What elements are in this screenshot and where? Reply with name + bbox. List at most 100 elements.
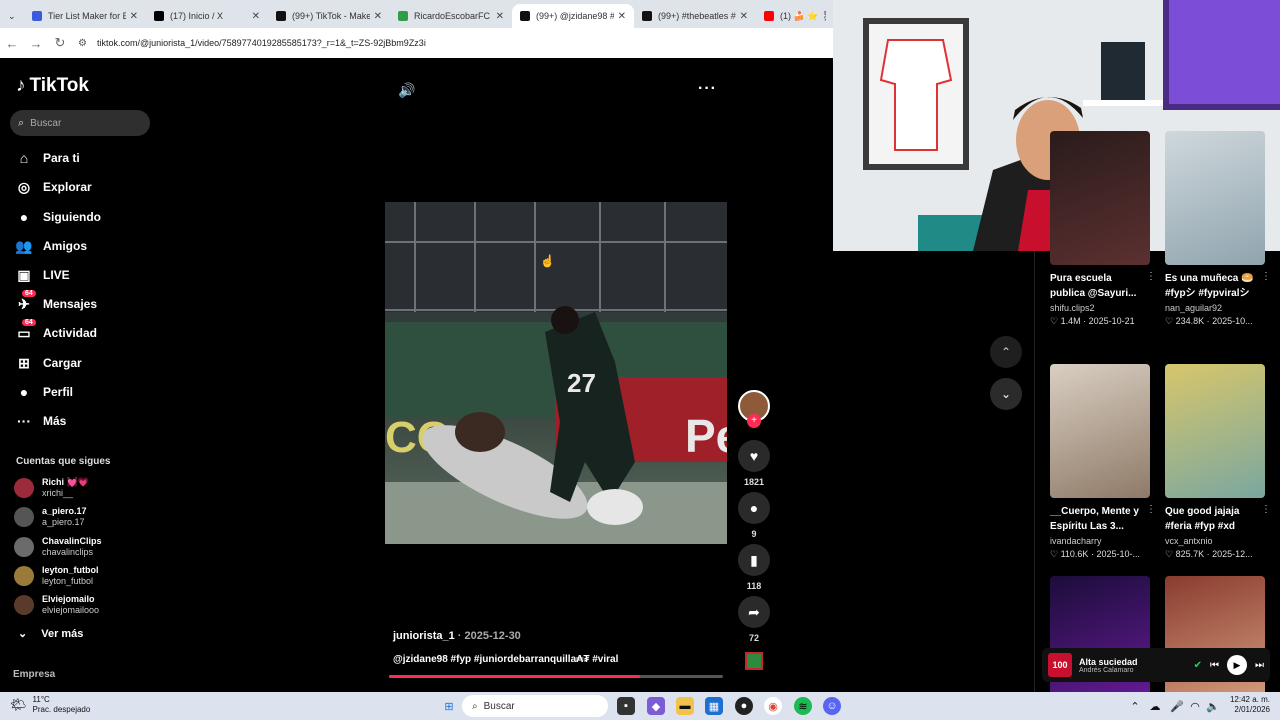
microphone-icon[interactable]: 🎤 — [1168, 697, 1186, 715]
clock[interactable]: 12:42 a. m. 2/01/2026 — [1228, 695, 1270, 715]
video-progress-bar[interactable] — [389, 675, 723, 678]
sidebar-item-upload[interactable]: ⊞ Cargar — [14, 352, 82, 374]
video-thumbnail[interactable] — [1050, 576, 1150, 710]
discord-icon[interactable]: ☺ — [823, 697, 841, 715]
chrome-icon[interactable]: ◉ — [764, 697, 782, 715]
browser-tab[interactable]: Tier List Maker for Ev ✕ — [24, 4, 146, 28]
store-icon[interactable]: ▦ — [705, 697, 723, 715]
video-thumbnail[interactable] — [1050, 364, 1150, 498]
back-icon[interactable]: ← — [0, 36, 24, 51]
author-name[interactable]: juniorista_1 — [393, 630, 455, 642]
previous-video-button[interactable]: ⌃ — [990, 336, 1022, 368]
next-track-icon[interactable]: ⏭ — [1255, 660, 1264, 671]
music-disc-button[interactable] — [738, 652, 770, 670]
comment-button[interactable]: ● 9 — [738, 492, 770, 539]
see-more-button[interactable]: ⌄ Ver más — [18, 627, 83, 641]
more-options-icon[interactable]: ⋮ — [1261, 504, 1271, 515]
close-icon[interactable]: ✕ — [374, 11, 382, 22]
reload-icon[interactable]: ↻ — [48, 35, 72, 51]
browser-tab[interactable]: (99+) #thebeatles #th ✕ — [634, 4, 756, 28]
like-button[interactable]: ♥ 1821 — [738, 440, 770, 487]
recommended-video[interactable] — [1050, 576, 1150, 710]
following-account[interactable]: leyton_futbol leyton_futbol — [14, 565, 99, 587]
more-options-icon[interactable]: ⋮ — [1146, 504, 1156, 515]
browser-tab[interactable]: (1) 🍰 ⭐ 🎖 — [756, 4, 834, 28]
copilot-icon[interactable]: ◆ — [647, 697, 665, 715]
previous-track-icon[interactable]: ⏮ — [1210, 660, 1219, 671]
follow-plus-icon[interactable]: + — [747, 414, 761, 428]
tiktok-logo[interactable]: ♪ TikTok — [16, 75, 89, 97]
avatar — [14, 595, 34, 615]
following-avatar-icon: ● — [19, 209, 29, 225]
sidebar-item-more[interactable]: ··· Más — [14, 410, 66, 432]
spotify-icon[interactable]: ≋ — [794, 697, 812, 715]
play-button[interactable]: ▶ — [1227, 655, 1247, 675]
liked-check-icon[interactable]: ✔ — [1194, 660, 1202, 671]
recommended-video[interactable]: ⋮ Pura escuela publica @Sayuri... shifu.cl… — [1050, 131, 1156, 327]
save-button[interactable]: ▮ 118 — [738, 544, 770, 591]
more-options-icon[interactable]: ⋮ — [1146, 271, 1156, 282]
sidebar-item-friends[interactable]: 👥 Amigos — [14, 235, 87, 257]
video-player[interactable]: Pe CO 27 — [385, 202, 727, 544]
following-account[interactable]: Elviejomailo elviejomailooo — [14, 594, 99, 616]
close-icon[interactable]: ✕ — [740, 11, 748, 22]
browser-tab[interactable]: RicardoEscobarFC Str✕ — [390, 4, 512, 28]
recommended-video[interactable] — [1165, 576, 1265, 710]
video-thumbnail[interactable] — [1165, 576, 1265, 710]
volume-icon[interactable]: 🔈 — [1204, 697, 1222, 715]
browser-tab[interactable]: (17) Inicio / X ✕ — [146, 4, 268, 28]
app-icon[interactable]: ● — [735, 697, 753, 715]
video-thumbnail[interactable] — [1165, 364, 1265, 498]
sidebar-item-compass[interactable]: ◎ Explorar — [14, 176, 92, 198]
following-account[interactable]: ChavalinClips chavalinclips — [14, 536, 102, 558]
chevron-up-icon[interactable]: ⌃ — [1126, 697, 1144, 715]
next-video-button[interactable]: ⌄ — [990, 378, 1022, 410]
footer-company-link[interactable]: Empresa — [13, 669, 55, 680]
comment-count: 9 — [751, 529, 757, 539]
sidebar-item-messages[interactable]: ✈ 64 Mensajes — [14, 289, 97, 315]
following-account[interactable]: a_piero.17 a_piero.17 — [14, 506, 87, 528]
video-caption[interactable]: @jzidane98 #fyp #juniordebarranquilla₳₮ … — [393, 654, 618, 665]
sidebar-item-live[interactable]: ▣ LIVE — [14, 264, 69, 286]
forward-icon[interactable]: → — [24, 36, 48, 51]
video-thumbnail[interactable] — [1050, 131, 1150, 265]
close-icon[interactable]: ✕ — [618, 11, 626, 22]
search-input[interactable]: ⌕ Buscar — [10, 110, 150, 136]
taskbar-search-input[interactable]: ⌕ Buscar — [462, 695, 608, 717]
tab-list-button[interactable]: ⌄ — [0, 4, 24, 28]
wifi-icon[interactable]: ◠ — [1186, 697, 1204, 715]
author-avatar-button[interactable]: + — [738, 390, 770, 428]
more-options-icon[interactable]: ··· — [698, 80, 717, 98]
following-title: Cuentas que sigues — [16, 456, 111, 467]
windows-start-icon[interactable]: ⊞ — [440, 697, 458, 715]
task-view-icon[interactable]: ▪ — [617, 697, 635, 715]
share-button[interactable]: ➦ 72 — [738, 596, 770, 643]
sidebar-item-profile[interactable]: ● Perfil — [14, 381, 73, 403]
file-explorer-icon[interactable]: ▬ — [676, 697, 694, 715]
music-player-widget[interactable]: 100 Alta suciedad Andrés Calamaro ✔ ⏮ ▶ … — [1042, 648, 1270, 682]
recommended-video[interactable]: ⋮ __Cuerpo, Mente y Espíritu Las 3... ivan… — [1050, 364, 1156, 560]
volume-icon[interactable]: 🔊 — [398, 82, 415, 99]
sidebar-item-activity[interactable]: ▭ 64 Actividad — [14, 318, 97, 344]
close-icon[interactable]: ✕ — [130, 11, 138, 22]
avatar — [14, 478, 34, 498]
video-author-line[interactable]: juniorista_1 · 2025-12-30 — [393, 630, 521, 642]
following-account[interactable]: Richi 💓💗 xrichi__ — [14, 477, 89, 499]
browser-tab[interactable]: (99+) @jzidane98 #fy ✕ — [512, 4, 634, 28]
sidebar-item-following-avatar[interactable]: ● Siguiendo — [14, 206, 101, 228]
notification-badge: 64 — [22, 318, 36, 326]
tab-favicon-icon — [32, 11, 42, 21]
close-icon[interactable]: ✕ — [496, 11, 504, 22]
cloud-icon[interactable]: ☁ — [1146, 697, 1164, 715]
more-options-icon[interactable]: ⋮ — [1261, 271, 1271, 282]
browser-tab[interactable]: (99+) TikTok - Make Y✕ — [268, 4, 390, 28]
sidebar-item-home[interactable]: ⌂ Para ti — [14, 147, 80, 169]
recommended-video[interactable]: ⋮ Es una muñeca 🥯 #fypシ #fypviralシ nan_agu… — [1165, 131, 1271, 327]
weather-widget[interactable]: 🌤 11°C Prac. despejado — [10, 695, 90, 715]
video-thumbnail[interactable] — [1165, 131, 1265, 265]
site-info-icon[interactable]: ⚙ — [78, 38, 87, 49]
recommended-video[interactable]: ⋮ Que good jajaja #feria #fyp #xd vcx_antx… — [1165, 364, 1271, 560]
close-icon[interactable]: ✕ — [252, 11, 260, 22]
chevron-up-icon: ⌃ — [1000, 345, 1012, 359]
url-field[interactable]: tiktok.com/@juniorista_1/video/758977401… — [97, 38, 426, 48]
